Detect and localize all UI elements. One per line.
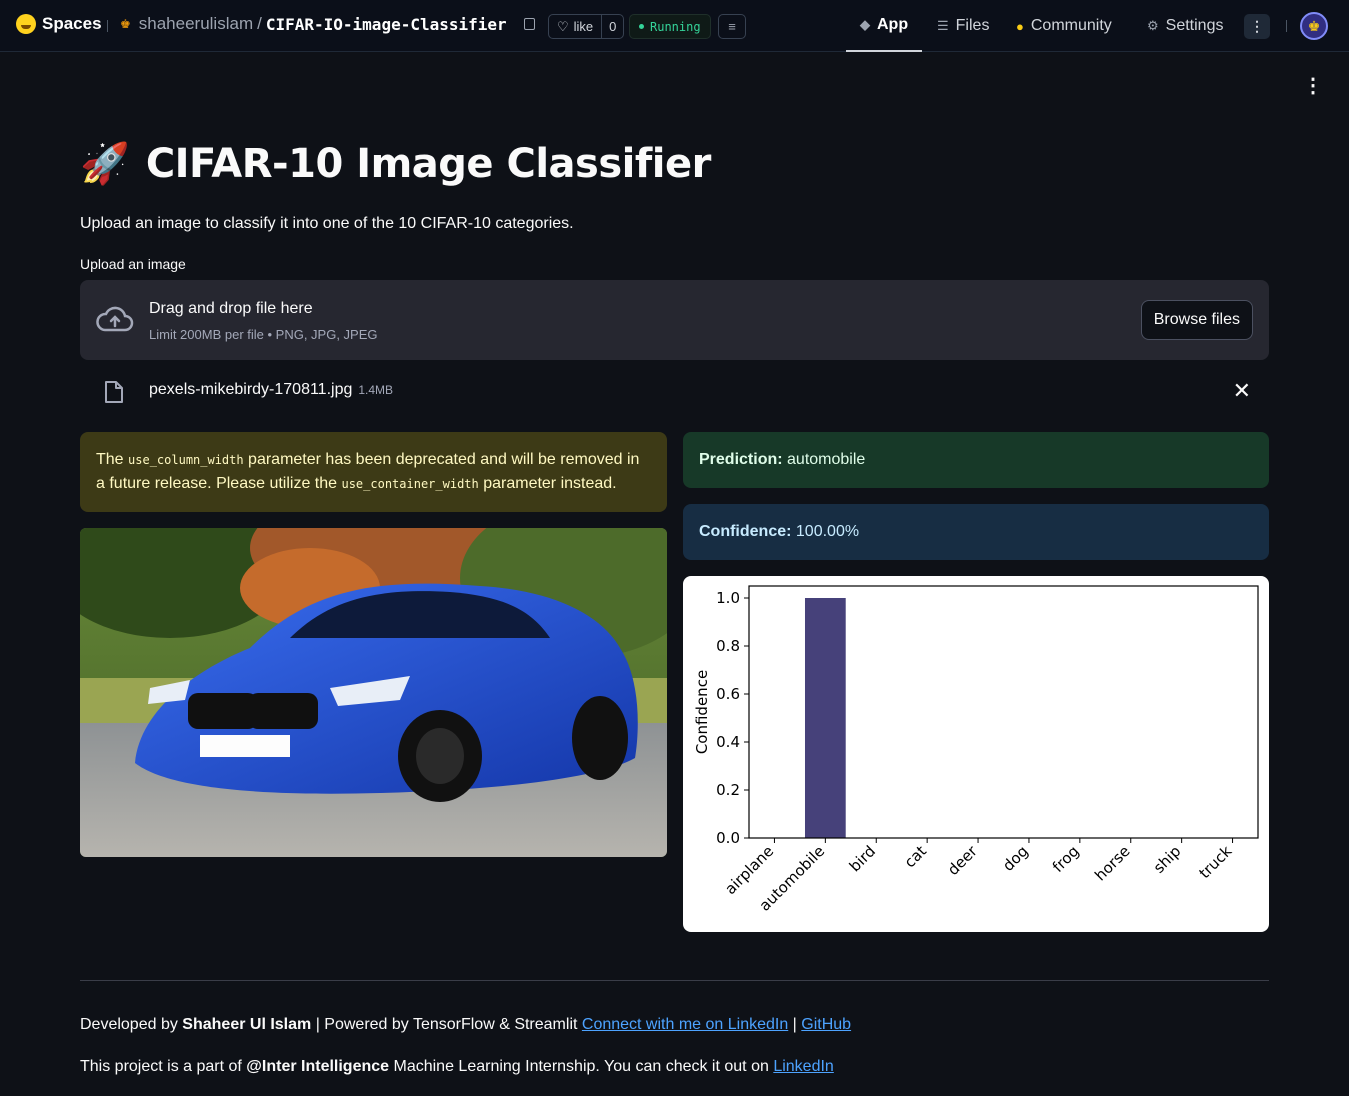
warning-text: The xyxy=(96,451,129,468)
warning-code: use_column_width xyxy=(128,453,244,467)
deprecation-warning: The use_column_width parameter has been … xyxy=(80,432,667,512)
y-tick-label: 0.6 xyxy=(716,685,740,703)
confidence-label: Confidence: xyxy=(699,523,792,540)
y-tick-label: 0.4 xyxy=(716,733,740,751)
status-badge[interactable]: Running xyxy=(629,14,711,39)
x-tick-label: ship xyxy=(1150,842,1185,877)
warning-code: use_container_width xyxy=(341,477,479,491)
breadcrumb-slash: / xyxy=(257,14,262,33)
tab-files-label: Files xyxy=(955,17,990,34)
tab-files[interactable]: ☰ Files xyxy=(937,0,989,52)
x-tick-label: cat xyxy=(901,842,930,871)
confidence-alert: Confidence: 100.00% xyxy=(683,504,1269,560)
dropzone-instruction: Drag and drop file here xyxy=(149,300,313,317)
uploaded-image xyxy=(80,528,667,857)
file-dropzone[interactable]: Drag and drop file here Limit 200MB per … xyxy=(80,280,1269,360)
confidence-value: 100.00% xyxy=(795,523,860,540)
tab-app[interactable]: ◆ App xyxy=(846,0,923,52)
rocket-icon: 🚀 xyxy=(80,142,130,186)
divider xyxy=(107,20,108,32)
confidence-chart: 0.0 0.2 0.4 0.6 0.8 1.0 airplane automobile bird… xyxy=(683,576,1269,932)
y-tick-label: 0.0 xyxy=(716,829,740,847)
uploaded-file-row: pexels-mikebirdy-170811.jpg 1.4MB ✕ xyxy=(80,372,1269,412)
file-icon xyxy=(105,381,123,403)
cloud-upload-icon xyxy=(96,306,134,332)
footer-text: Developed by xyxy=(80,1016,183,1033)
prediction-label: Prediction: xyxy=(699,451,783,468)
owner-avatar-icon: ♚ xyxy=(120,17,131,31)
divider xyxy=(1286,20,1287,32)
page-title: 🚀 CIFAR-10 Image Classifier xyxy=(80,140,711,187)
like-count: 0 xyxy=(609,19,617,34)
like-label: like xyxy=(573,19,594,34)
cube-icon: ◆ xyxy=(860,17,870,32)
author-name: Shaheer Ul Islam xyxy=(182,1016,312,1033)
x-tick-label: frog xyxy=(1049,842,1083,876)
files-icon: ☰ xyxy=(937,18,949,33)
org-name: @Inter Intelligence xyxy=(246,1058,390,1075)
x-tick-label: dog xyxy=(999,842,1032,875)
dropzone-limit: Limit 200MB per file • PNG, JPG, JPEG xyxy=(149,327,378,342)
warning-text: parameter instead. xyxy=(478,475,617,492)
page-subtitle: Upload an image to classify it into one … xyxy=(80,215,574,232)
file-name: pexels-mikebirdy-170811.jpg xyxy=(149,381,353,398)
tab-settings[interactable]: ⚙ Settings xyxy=(1147,0,1223,52)
tab-app-label: App xyxy=(877,16,909,33)
prediction-alert: Prediction: automobile xyxy=(683,432,1269,488)
tab-community-label: Community xyxy=(1030,17,1112,34)
y-tick-label: 0.8 xyxy=(716,637,740,655)
x-tick-label: deer xyxy=(944,842,981,879)
copy-icon[interactable] xyxy=(524,18,535,30)
tab-settings-label: Settings xyxy=(1165,17,1224,34)
community-icon: ● xyxy=(1016,18,1024,34)
like-button[interactable]: ♡ like 0 xyxy=(548,14,625,39)
avatar-icon: ♚ xyxy=(1307,17,1321,34)
hugging-face-logo-icon xyxy=(16,14,36,34)
main-menu-kebab-icon[interactable]: ⋮ xyxy=(1303,76,1323,96)
page-title-text: CIFAR-10 Image Classifier xyxy=(145,140,712,187)
spaces-label: Spaces xyxy=(42,14,102,33)
status-dot-icon xyxy=(639,24,644,29)
repo-name-link[interactable]: CIFAR-IO-image-Classifier xyxy=(266,15,507,34)
logs-icon: ≡ xyxy=(728,19,736,34)
prediction-value: automobile xyxy=(787,451,866,468)
tab-community[interactable]: ● Community xyxy=(1016,0,1112,52)
internship-linkedin-link[interactable]: LinkedIn xyxy=(773,1058,834,1075)
footer-internship: This project is a part of @Inter Intelli… xyxy=(80,1058,834,1076)
remove-file-icon[interactable]: ✕ xyxy=(1233,378,1251,404)
x-tick-label: bird xyxy=(846,842,879,875)
x-tick-label: horse xyxy=(1091,842,1133,884)
footer-divider xyxy=(80,980,1269,981)
footer-credits: Developed by Shaheer Ul Islam | Powered … xyxy=(80,1016,851,1034)
footer-text: This project is a part of xyxy=(80,1058,247,1075)
footer-text: Machine Learning Internship. You can che… xyxy=(389,1058,774,1075)
user-avatar[interactable]: ♚ xyxy=(1300,12,1328,40)
footer-separator: | xyxy=(788,1016,802,1033)
browse-files-button[interactable]: Browse files xyxy=(1140,300,1253,340)
file-size: 1.4MB xyxy=(358,383,394,397)
y-tick-label: 0.2 xyxy=(716,781,740,799)
repo-owner-link[interactable]: shaheerulislam xyxy=(139,14,253,34)
top-bar: Spaces ♚ shaheerulislam / CIFAR-IO-image… xyxy=(0,0,1349,52)
bar-chart: 0.00.20.40.60.81.0airplaneautomobile bird… xyxy=(693,585,1259,915)
status-text: Running xyxy=(650,19,701,34)
heart-icon: ♡ xyxy=(557,18,569,34)
logs-button[interactable]: ≡ xyxy=(718,14,746,39)
chart-bar xyxy=(804,598,846,838)
gear-icon: ⚙ xyxy=(1147,18,1159,33)
kebab-icon: ⋮ xyxy=(1250,18,1264,34)
spaces-link[interactable]: Spaces xyxy=(16,14,102,34)
footer-text: | Powered by TensorFlow & Streamlit xyxy=(311,1016,582,1033)
linkedin-link[interactable]: Connect with me on LinkedIn xyxy=(582,1016,788,1033)
github-link[interactable]: GitHub xyxy=(801,1016,851,1033)
y-tick-label: 1.0 xyxy=(716,589,740,607)
more-options-button[interactable]: ⋮ xyxy=(1244,14,1270,39)
upload-label: Upload an image xyxy=(80,256,186,272)
y-axis-label: Confidence xyxy=(693,670,711,754)
x-tick-label: truck xyxy=(1195,842,1235,882)
repo-breadcrumb: ♚ shaheerulislam / CIFAR-IO-image-Classi… xyxy=(120,14,507,34)
